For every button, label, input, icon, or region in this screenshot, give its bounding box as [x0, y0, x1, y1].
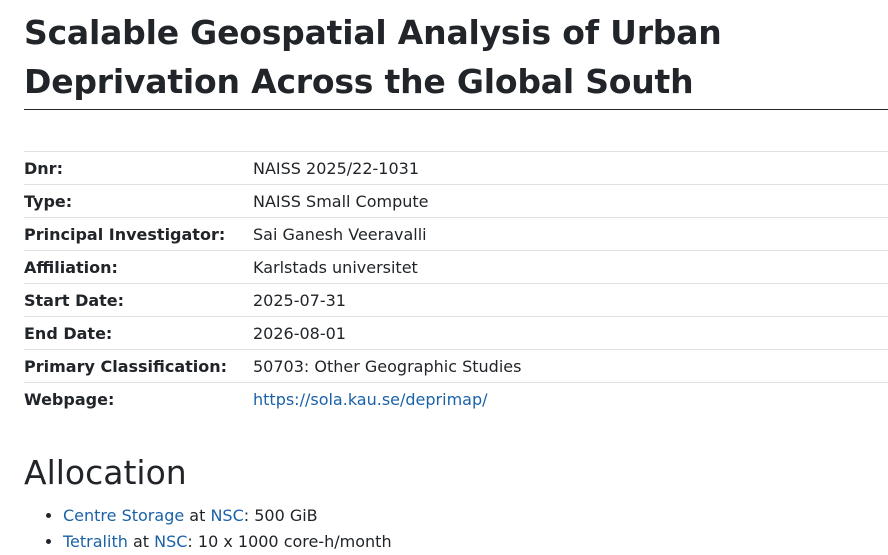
project-details-table: Dnr: NAISS 2025/22-1031 Type: NAISS Smal…: [24, 151, 888, 415]
table-row-affiliation: Affiliation: Karlstads universitet: [24, 250, 888, 284]
table-row-start-date: Start Date: 2025-07-31: [24, 283, 888, 317]
table-row-principal-investigator: Principal Investigator: Sai Ganesh Veera…: [24, 217, 888, 251]
list-item: Tetralith at NSC: 10 x 1000 core-h/month: [63, 529, 888, 555]
dnr-value: NAISS 2025/22-1031: [253, 158, 419, 178]
table-row-primary-classification: Primary Classification: 50703: Other Geo…: [24, 349, 888, 383]
end-date-label: End Date:: [24, 323, 113, 343]
primary-classification-value: 50703: Other Geographic Studies: [253, 356, 522, 376]
centre-storage-link[interactable]: Centre Storage: [63, 506, 184, 525]
table-row-dnr: Dnr: NAISS 2025/22-1031: [24, 151, 888, 185]
nsc-link[interactable]: NSC: [154, 532, 187, 551]
affiliation-label: Affiliation:: [24, 257, 118, 277]
primary-classification-label: Primary Classification:: [24, 356, 228, 376]
table-row-end-date: End Date: 2026-08-01: [24, 316, 888, 350]
dnr-label: Dnr:: [24, 158, 63, 178]
at-text: at: [184, 506, 211, 525]
allocation-amount: : 500 GiB: [243, 506, 318, 525]
at-text: at: [127, 532, 155, 551]
allocation-amount: : 10 x 1000 core-h/month: [187, 532, 392, 551]
end-date-value: 2026-08-01: [253, 323, 346, 343]
webpage-cell: https://sola.kau.se/deprimap/: [253, 383, 888, 416]
allocation-list: Centre Storage at NSC: 500 GiB Tetralith…: [24, 503, 888, 555]
nsc-link[interactable]: NSC: [210, 506, 243, 525]
type-label: Type:: [24, 191, 73, 211]
type-value: NAISS Small Compute: [253, 191, 429, 211]
table-row-type: Type: NAISS Small Compute: [24, 184, 888, 218]
list-item: Centre Storage at NSC: 500 GiB: [63, 503, 888, 529]
page-title: Scalable Geospatial Analysis of Urban De…: [24, 13, 722, 101]
affiliation-value: Karlstads universitet: [253, 257, 418, 277]
principal-investigator-value: Sai Ganesh Veeravalli: [253, 224, 427, 244]
title-divider: [24, 109, 888, 110]
table-row-webpage: Webpage: https://sola.kau.se/deprimap/: [24, 382, 888, 416]
webpage-link[interactable]: https://sola.kau.se/deprimap/: [253, 390, 488, 409]
principal-investigator-label: Principal Investigator:: [24, 224, 226, 244]
allocation-heading: Allocation: [24, 453, 187, 492]
project-page: Scalable Geospatial Analysis of Urban De…: [24, 0, 888, 555]
start-date-value: 2025-07-31: [253, 290, 346, 310]
start-date-label: Start Date:: [24, 290, 125, 310]
webpage-label: Webpage:: [24, 389, 115, 409]
tetralith-link[interactable]: Tetralith: [63, 532, 128, 551]
